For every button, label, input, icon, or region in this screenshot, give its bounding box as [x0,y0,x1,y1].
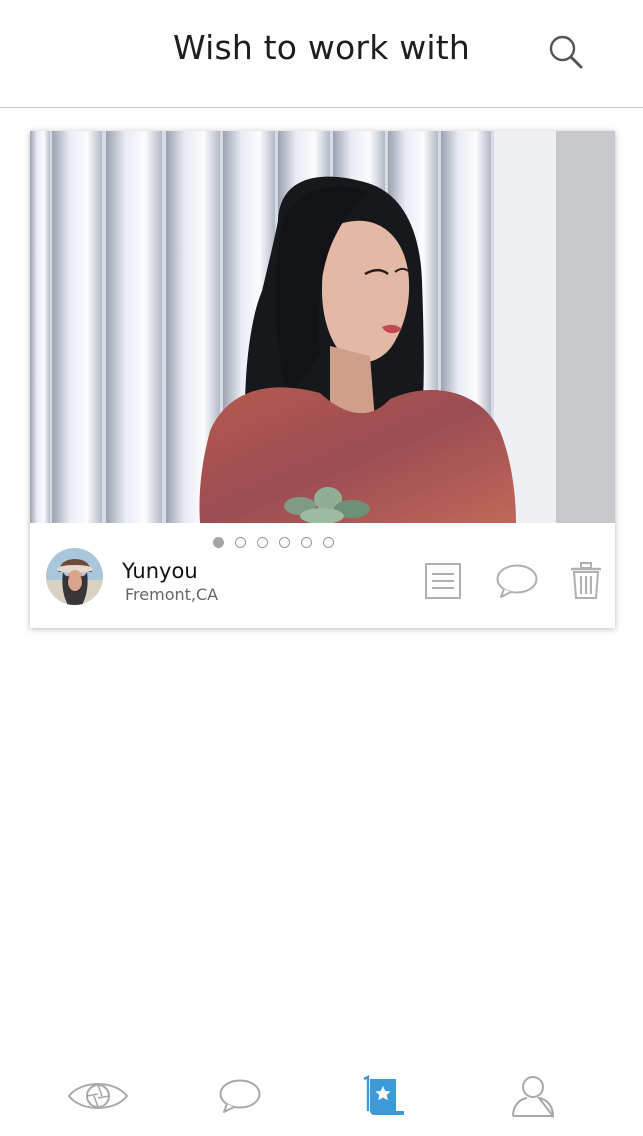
trash-icon [571,562,601,599]
user-location: Fremont,CA [125,585,219,604]
notes-button[interactable] [423,561,463,601]
chat-bubble-icon [219,1079,261,1113]
top-bar: Wish to work with [0,0,643,108]
pagination-dot[interactable] [279,537,290,548]
delete-button[interactable] [569,561,603,601]
eye-aperture-icon [67,1083,129,1109]
bottom-tab-bar [0,1060,643,1136]
tab-messages[interactable] [216,1070,264,1122]
pagination-dot[interactable] [323,537,334,548]
wishlist-scroll-star-icon [363,1075,404,1115]
profile-card[interactable]: Yunyou Fremont,CA [30,131,615,628]
profile-photo[interactable] [30,131,615,523]
message-button[interactable] [494,561,540,601]
search-button[interactable] [544,30,588,74]
user-name[interactable]: Yunyou [122,559,198,583]
pagination-dot[interactable] [257,537,268,548]
profile-icon [512,1076,555,1118]
tab-wishlist[interactable] [358,1070,410,1122]
tab-profile[interactable] [510,1070,556,1122]
search-icon [549,35,583,69]
pagination-dot[interactable] [235,537,246,548]
chat-bubble-icon [496,564,538,598]
notes-icon [425,563,461,599]
photo-pagination [0,537,566,548]
avatar[interactable] [46,548,103,605]
pagination-dot[interactable] [301,537,312,548]
pagination-dot-active[interactable] [213,537,224,548]
tab-explore[interactable] [66,1070,130,1122]
